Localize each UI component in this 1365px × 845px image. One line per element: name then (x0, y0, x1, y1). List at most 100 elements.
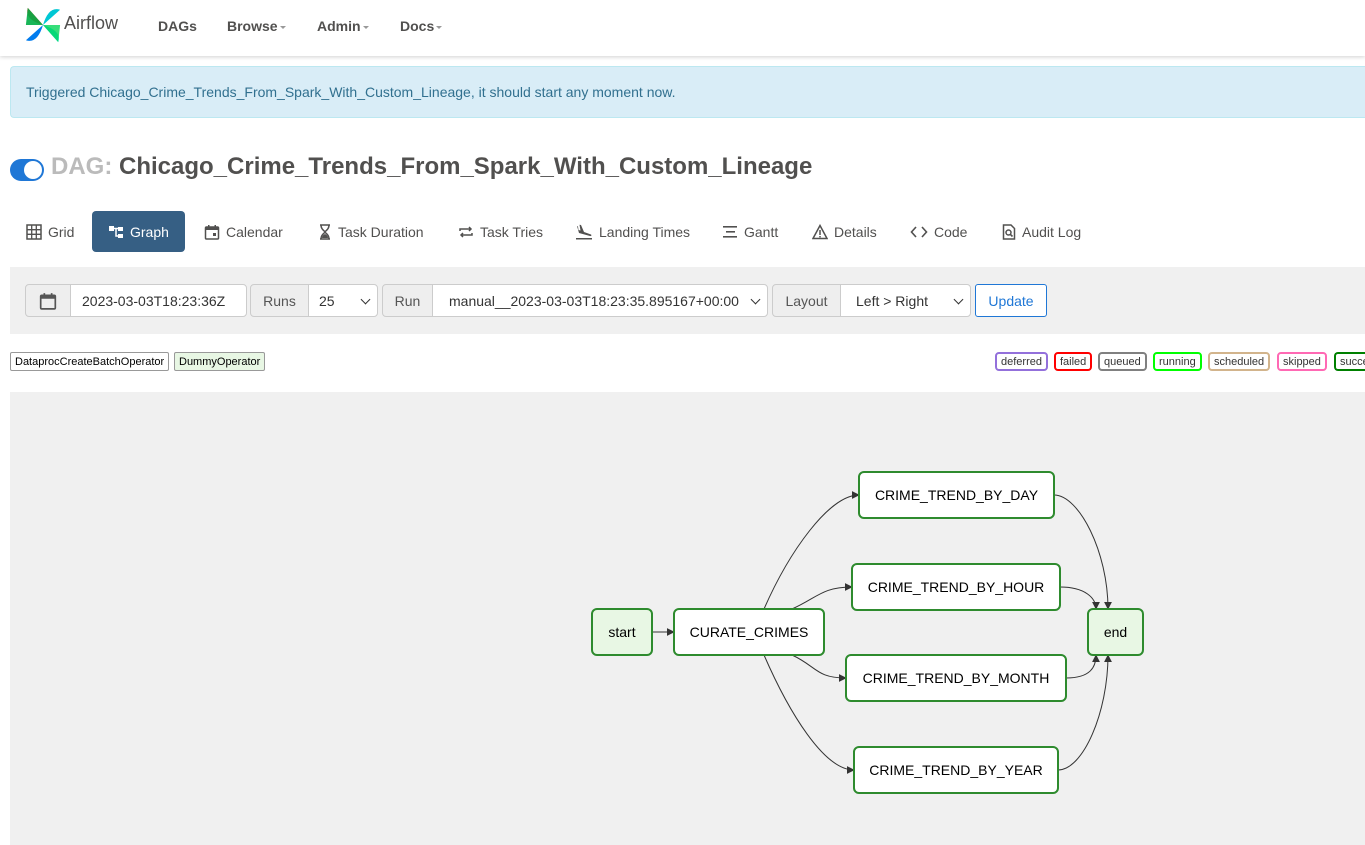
tab-label: Audit Log (1022, 223, 1082, 240)
nav-admin-label: Admin (317, 18, 361, 34)
datetime-picker-button[interactable] (25, 284, 71, 317)
legend-state-deferred[interactable]: deferred (995, 352, 1048, 371)
tab-label: Gantt (744, 223, 779, 240)
tab-gantt[interactable]: Gantt (712, 211, 788, 252)
task-node-label: CRIME_TREND_BY_MONTH (863, 670, 1050, 686)
code-icon (910, 224, 928, 240)
tab-task-duration[interactable]: Task Duration (308, 211, 434, 252)
graph-edge (1065, 654, 1100, 679)
tab-audit-log[interactable]: Audit Log (992, 211, 1091, 252)
dag-prefix: DAG: (51, 153, 113, 180)
task-node-label: start (608, 624, 635, 640)
brand-name[interactable]: Airflow (64, 13, 118, 34)
legend-state-queued[interactable]: queued (1098, 352, 1147, 371)
chevron-down-icon (953, 294, 964, 304)
chevron-down-icon (750, 294, 761, 304)
tab-landing-times[interactable]: Landing Times (565, 211, 700, 252)
graph-edge (791, 654, 847, 682)
tab-label: Graph (130, 223, 169, 240)
graph-icon (108, 224, 124, 240)
tab-label: Calendar (226, 223, 283, 240)
task-node-start[interactable]: start (591, 608, 653, 656)
tab-label: Task Duration (338, 223, 424, 240)
dag-graph-canvas[interactable]: start CURATE_CRIMES CRIME_TREND_BY_DAY CRIM… (10, 392, 1365, 845)
task-node-day[interactable]: CRIME_TREND_BY_DAY (858, 471, 1055, 519)
dag-graph-svg: start CURATE_CRIMES CRIME_TREND_BY_DAY CRIM… (591, 471, 1144, 794)
graph-edge (791, 583, 853, 610)
chevron-down-icon (360, 294, 371, 304)
calendar-icon (39, 292, 57, 310)
dag-pause-toggle[interactable] (10, 159, 44, 181)
tab-label: Details (834, 223, 877, 240)
graph-edge (1059, 586, 1100, 610)
top-navbar: Airflow DAGs Browse Admin Docs (0, 0, 1365, 56)
airflow-logo-icon[interactable] (24, 6, 62, 44)
grid-icon (26, 223, 42, 240)
task-node-label: CRIME_TREND_BY_HOUR (868, 579, 1045, 595)
tab-label: Landing Times (599, 223, 691, 240)
tab-task-tries[interactable]: Task Tries (448, 211, 553, 252)
graph-edge (763, 491, 860, 610)
runs-select-value: 25 (319, 292, 335, 309)
tab-grid[interactable]: Grid (16, 211, 84, 252)
legend-state-scheduled[interactable]: scheduled (1208, 352, 1271, 371)
execution-date-value: 2023-03-03T18:23:36Z (82, 292, 226, 309)
tab-code[interactable]: Code (900, 211, 977, 252)
task-node-label: CURATE_CRIMES (690, 624, 809, 640)
nav-docs[interactable]: Docs (400, 18, 443, 34)
dag-name: Chicago_Crime_Trends_From_Spark_With_Cus… (119, 153, 813, 180)
task-node-year[interactable]: CRIME_TREND_BY_YEAR (853, 746, 1059, 794)
legend-state-skipped[interactable]: skipped (1277, 352, 1327, 371)
caret-down-icon (362, 25, 369, 29)
runs-label: Runs (250, 284, 309, 317)
runs-label-text: Runs (263, 292, 296, 309)
execution-date-input[interactable]: 2023-03-03T18:23:36Z (70, 284, 247, 317)
task-node-label: end (1104, 624, 1127, 640)
run-select[interactable]: manual__2023-03-03T18:23:35.895167+00:00 (432, 284, 768, 317)
hourglass-icon (318, 223, 332, 240)
nav-docs-label: Docs (400, 18, 435, 34)
task-node-hour[interactable]: CRIME_TREND_BY_HOUR (851, 563, 1061, 611)
legend-state-failed[interactable]: failed (1054, 352, 1093, 371)
alert-message: Triggered Chicago_Crime_Trends_From_Spar… (26, 84, 676, 100)
graph-edge (763, 654, 855, 774)
layout-label: Layout (772, 284, 841, 317)
tab-details[interactable]: Details (802, 211, 887, 252)
plane-landing-icon (575, 224, 593, 240)
tab-label: Grid (48, 223, 75, 240)
run-select-value: manual__2023-03-03T18:23:35.895167+00:00 (449, 292, 739, 309)
caret-down-icon (279, 25, 286, 29)
warning-triangle-icon (812, 223, 828, 240)
legend-operator-dummy[interactable]: DummyOperator (174, 352, 266, 371)
run-label: Run (382, 284, 433, 317)
calendar-icon (204, 224, 220, 240)
tab-label: Task Tries (480, 223, 544, 240)
runs-select[interactable]: 25 (308, 284, 378, 317)
legend-state-success[interactable]: success (1334, 352, 1365, 371)
layout-label-text: Layout (785, 292, 828, 309)
run-label-text: Run (394, 292, 421, 309)
layout-select[interactable]: Left > Right (840, 284, 971, 317)
task-node-label: CRIME_TREND_BY_YEAR (869, 762, 1043, 778)
legend-state-running[interactable]: running (1153, 352, 1202, 371)
graph-edge (1053, 494, 1112, 610)
nav-browse[interactable]: Browse (227, 18, 286, 34)
trigger-alert: Triggered Chicago_Crime_Trends_From_Spar… (10, 66, 1365, 118)
legend-operator-dataproc[interactable]: DataprocCreateBatchOperator (10, 352, 170, 371)
tab-calendar[interactable]: Calendar (194, 211, 293, 252)
task-node-month[interactable]: CRIME_TREND_BY_MONTH (845, 654, 1067, 702)
tab-graph[interactable]: Graph (92, 211, 185, 252)
task-node-curate[interactable]: CURATE_CRIMES (673, 608, 825, 656)
nav-browse-label: Browse (227, 18, 278, 34)
file-search-icon (1002, 223, 1016, 240)
gantt-icon (722, 224, 738, 240)
nav-admin[interactable]: Admin (317, 18, 369, 34)
page-title: DAG: Chicago_Crime_Trends_From_Spark_Wit… (51, 153, 812, 181)
nav-dags[interactable]: DAGs (158, 18, 197, 34)
toggle-knob (24, 161, 42, 179)
update-button[interactable]: Update (975, 284, 1047, 317)
layout-select-value: Left > Right (856, 292, 928, 309)
task-node-label: CRIME_TREND_BY_DAY (875, 487, 1039, 503)
task-node-end[interactable]: end (1087, 608, 1144, 656)
caret-down-icon (436, 25, 443, 29)
